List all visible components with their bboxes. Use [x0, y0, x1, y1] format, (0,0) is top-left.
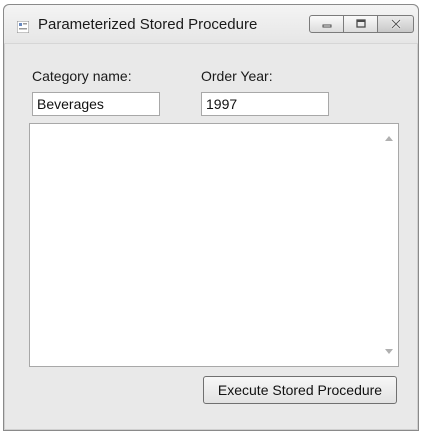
form-icon: [17, 21, 29, 33]
vertical-scrollbar[interactable]: [381, 124, 398, 366]
category-label: Category name:: [32, 68, 132, 84]
maximize-button[interactable]: [344, 15, 378, 33]
category-input[interactable]: [32, 92, 160, 116]
window-title: Parameterized Stored Procedure: [38, 16, 258, 33]
execute-stored-procedure-button[interactable]: Execute Stored Procedure: [203, 376, 397, 404]
order-year-input[interactable]: [201, 92, 329, 116]
close-icon: [390, 19, 401, 29]
maximize-icon: [355, 19, 366, 28]
caption-buttons: [309, 15, 414, 35]
scroll-up-arrow-icon[interactable]: [385, 136, 393, 141]
scroll-down-arrow-icon[interactable]: [385, 349, 393, 354]
title-bar[interactable]: Parameterized Stored Procedure: [4, 5, 418, 44]
order-year-label: Order Year:: [201, 68, 273, 84]
main-window: Parameterized Stored Procedure Category …: [3, 4, 419, 431]
minimize-icon: [322, 24, 331, 28]
close-button[interactable]: [378, 15, 414, 33]
results-textarea[interactable]: [29, 123, 399, 367]
minimize-button[interactable]: [309, 15, 344, 33]
